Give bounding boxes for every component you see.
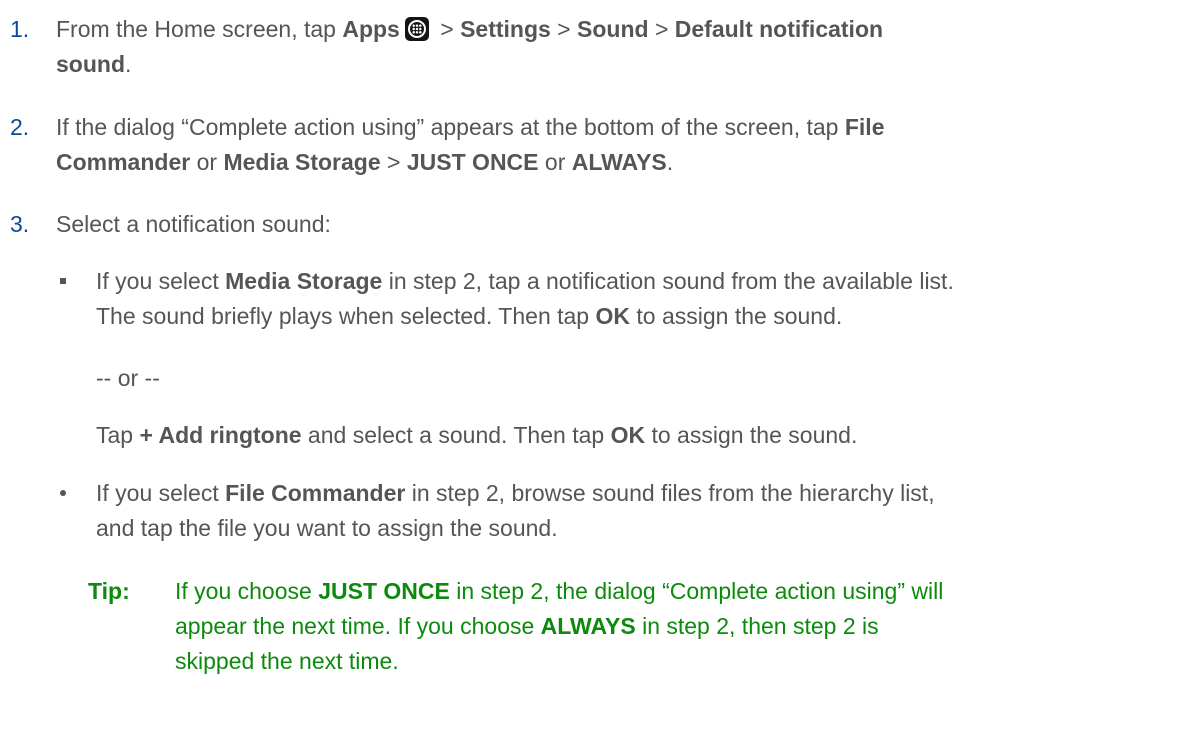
bullet-2-line-1: If you select File Commander in step 2, …	[96, 480, 935, 506]
file-commander-label: File Commander	[225, 480, 406, 506]
bullet-1-line-2: The sound briefly plays when selected. T…	[96, 303, 843, 329]
bullet-2-line-2: and tap the file you want to assign the …	[96, 515, 558, 541]
tip-label: Tip:	[88, 578, 130, 604]
step-2-line-1: If the dialog “Complete action using” ap…	[56, 114, 885, 140]
just-once-label: JUST ONCE	[406, 149, 539, 175]
add-ringtone-instruction: Tap + Add ringtone and select a sound. T…	[96, 422, 858, 448]
apps-label: Apps	[342, 16, 400, 42]
or-separator: -- or --	[96, 365, 160, 391]
step-3-text: Select a notification sound:	[56, 211, 331, 237]
step-2-line-2: Commander or Media Storage > JUST ONCE o…	[56, 149, 674, 175]
bullet-1-line-1: If you select Media Storage in step 2, t…	[96, 268, 954, 294]
media-storage-label: Media Storage	[223, 149, 381, 175]
square-bullet-icon	[60, 278, 66, 284]
step-3-number: 3.	[10, 211, 30, 237]
settings-label: Settings	[460, 16, 551, 42]
step-1-text: From the Home screen, tap	[56, 16, 343, 42]
round-bullet-icon	[60, 490, 66, 496]
step-1-line-2: sound.	[56, 51, 132, 77]
tip-line-3: skipped the next time.	[175, 648, 399, 674]
step-1-number: 1.	[10, 16, 30, 42]
tip-line-1: If you choose JUST ONCE in step 2, the d…	[175, 578, 944, 604]
tip-line-2: appear the next time. If you choose ALWA…	[175, 613, 879, 639]
sound-label: Sound	[577, 16, 649, 42]
default-notification-label: Default notification	[674, 16, 884, 42]
step-2-number: 2.	[10, 114, 30, 140]
step-1-line-1: From the Home screen, tap Apps > Setting…	[56, 16, 884, 42]
always-label: ALWAYS	[571, 149, 667, 175]
apps-grid-icon	[404, 17, 429, 41]
add-ringtone-label: + Add ringtone	[139, 422, 302, 448]
